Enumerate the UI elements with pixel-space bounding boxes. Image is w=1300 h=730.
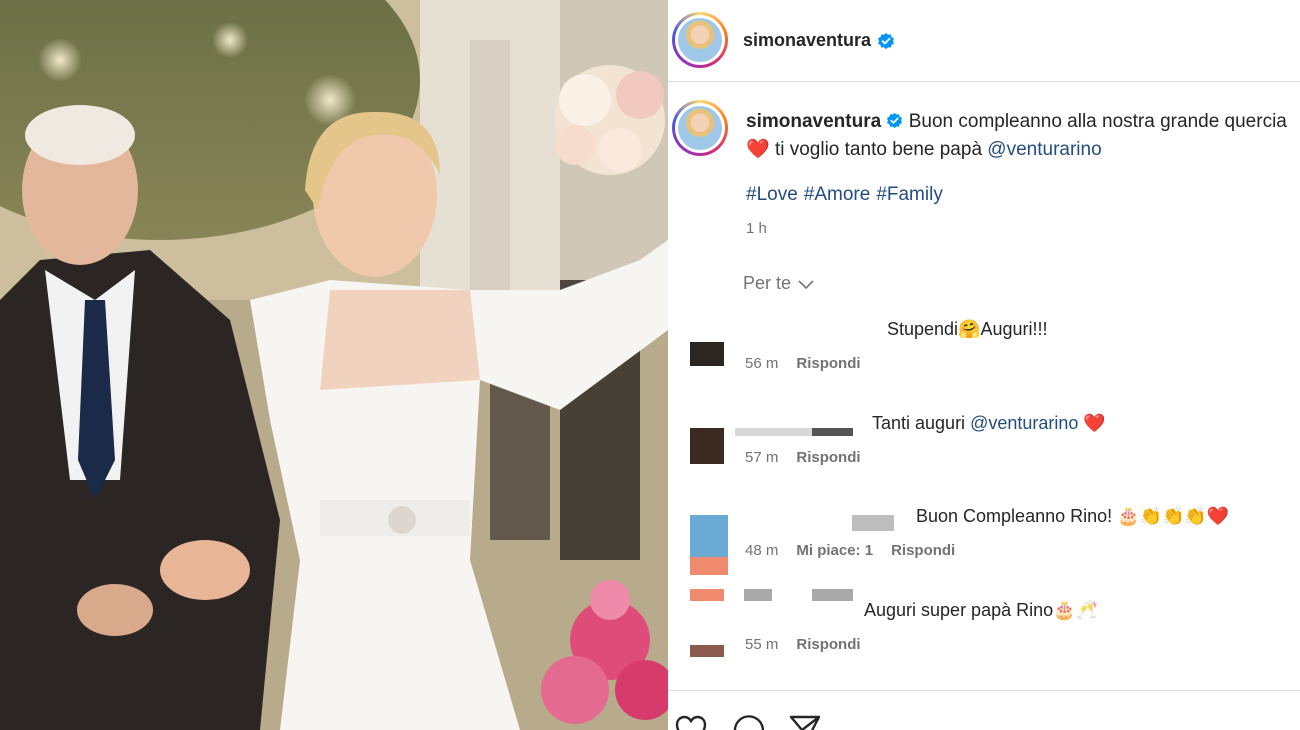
comment-icon[interactable]: [730, 713, 764, 730]
caption-text: Buon compleanno alla nostra grande querc…: [908, 111, 1287, 132]
red-heart-emoji: ❤️: [746, 139, 770, 160]
comment-sort-dropdown[interactable]: Per te: [743, 273, 815, 294]
comment-meta: 57 m Rispondi: [745, 449, 861, 466]
comment-heart-emoji: ❤️: [1083, 413, 1106, 433]
verified-badge-icon: [878, 32, 894, 49]
caption-mention[interactable]: @venturarino: [987, 139, 1101, 160]
caption-line2: ti voglio tanto bene papà: [774, 139, 983, 160]
heart-icon[interactable]: [674, 713, 708, 730]
reply-button[interactable]: Rispondi: [796, 355, 860, 372]
profile-avatar[interactable]: [672, 12, 728, 68]
post-caption: simonaventura Buon compleanno alla nostr…: [746, 108, 1298, 164]
comment-meta: 55 m Rispondi: [745, 636, 861, 653]
chevron-down-icon: [798, 279, 814, 289]
like-count[interactable]: Mi piace: 1: [796, 542, 873, 559]
comment-meta: 56 m Rispondi: [745, 355, 861, 372]
reply-button[interactable]: Rispondi: [796, 449, 860, 466]
comment-text: Stupendi🤗Auguri!!!: [887, 319, 1048, 339]
post-actions-bar: [668, 690, 1300, 730]
comment-mention[interactable]: @venturarino: [970, 413, 1078, 433]
hashtag-love[interactable]: #Love: [746, 184, 798, 206]
comment-text: Buon Compleanno Rino! 🎂👏👏👏❤️: [916, 506, 1230, 526]
post-photo[interactable]: [0, 0, 668, 730]
caption-avatar[interactable]: [672, 100, 728, 156]
blurred-avatar-part: [690, 589, 724, 601]
sort-label: Per te: [743, 273, 792, 293]
comment-text: Tanti auguri @venturarino ❤️: [872, 413, 1106, 434]
blurred-username: [812, 589, 853, 601]
blurred-username-dark: [812, 428, 853, 436]
share-icon[interactable]: [788, 713, 822, 730]
hashtag-family[interactable]: #Family: [876, 184, 943, 206]
blurred-avatar-part: [690, 557, 728, 575]
header-username[interactable]: simonaventura: [743, 30, 871, 51]
reply-button[interactable]: Rispondi: [891, 542, 955, 559]
comment-avatar[interactable]: [690, 515, 728, 557]
comment-avatar[interactable]: [690, 428, 724, 464]
verified-badge-icon: [887, 112, 903, 129]
blurred-username: [852, 515, 894, 531]
reply-button[interactable]: Rispondi: [796, 636, 860, 653]
hashtag-amore[interactable]: #Amore: [804, 184, 871, 206]
comment-body: Tanti auguri: [872, 413, 966, 433]
comment-time[interactable]: 55 m: [745, 636, 778, 653]
comment-meta: 48 m Mi piace: 1 Rispondi: [745, 542, 955, 559]
comment-time[interactable]: 56 m: [745, 355, 778, 372]
comment-time[interactable]: 57 m: [745, 449, 778, 466]
comment-time[interactable]: 48 m: [745, 542, 778, 559]
post-panel: simonaventura simonaventura Buon complea…: [668, 0, 1300, 730]
caption-username[interactable]: simonaventura: [746, 111, 881, 132]
header-username-row: simonaventura: [743, 30, 895, 51]
wedding-photo-illustration: [0, 0, 668, 730]
blurred-username: [744, 589, 772, 601]
post-header: simonaventura: [668, 0, 1300, 82]
hashtag-list: #Love #Amore #Family: [746, 184, 943, 206]
comment-avatar[interactable]: [690, 342, 724, 366]
comment-text: Auguri super papà Rino🎂🥂: [864, 600, 1098, 620]
post-time[interactable]: 1 h: [746, 220, 767, 237]
comment-avatar[interactable]: [690, 645, 724, 657]
